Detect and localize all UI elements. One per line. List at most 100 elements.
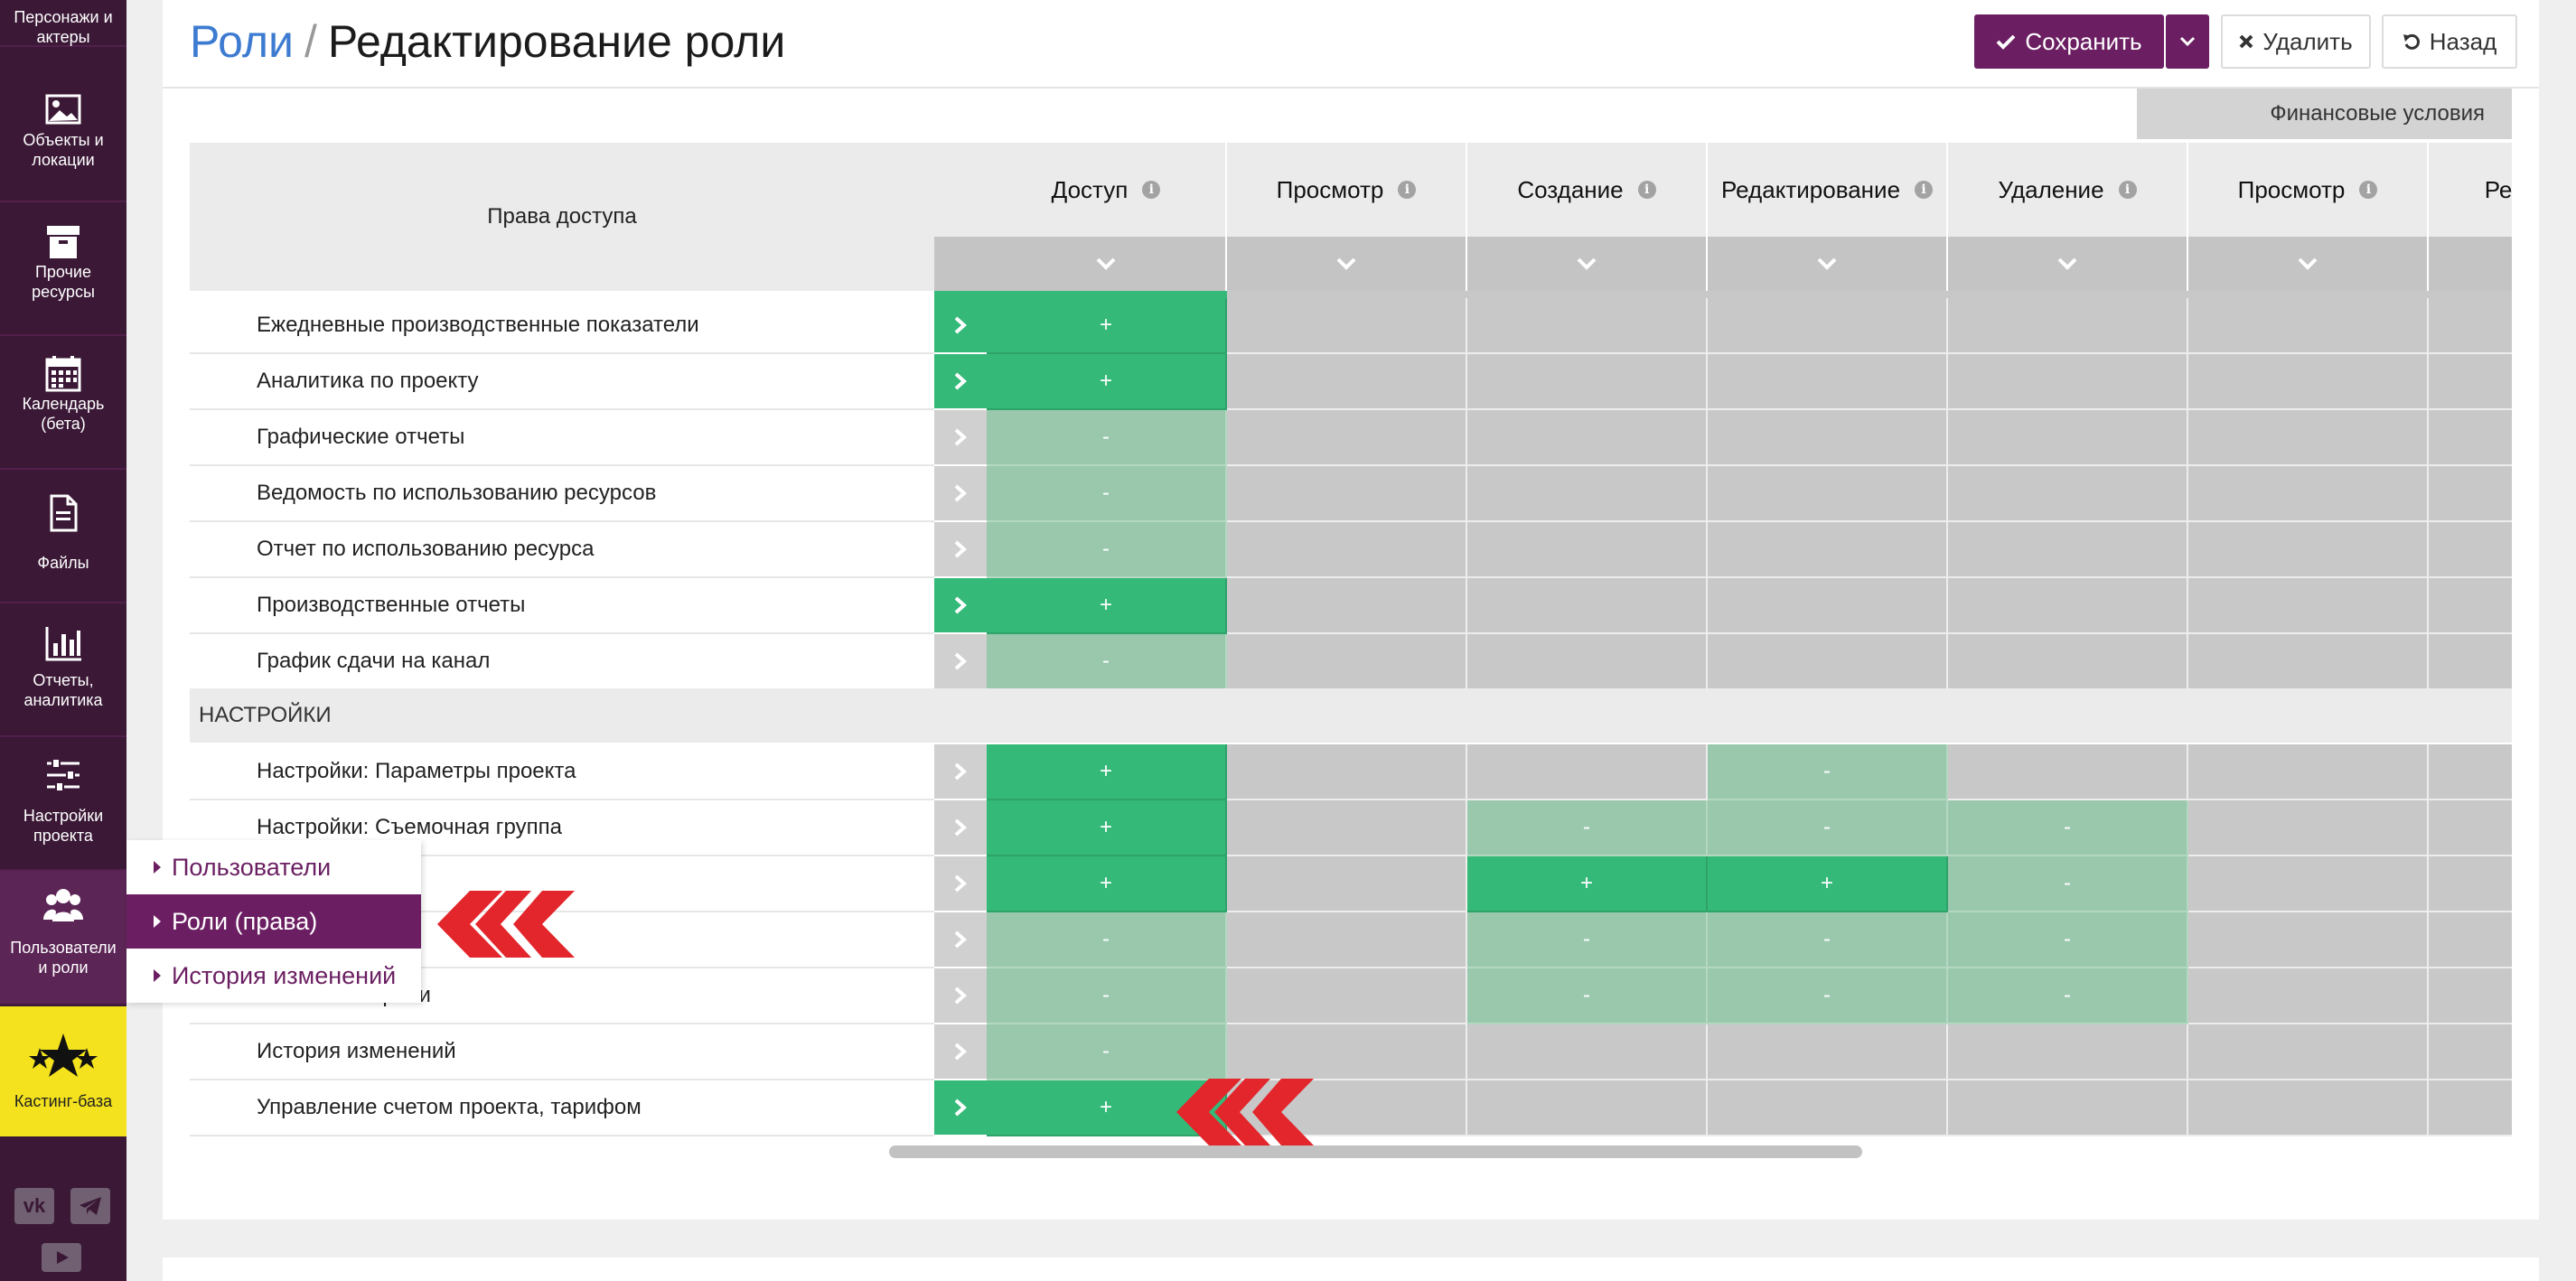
row-expand-button[interactable] (934, 466, 987, 522)
info-icon[interactable]: i (1398, 181, 1417, 199)
permission-cell[interactable] (1467, 1024, 1708, 1080)
permission-cell[interactable] (2188, 856, 2429, 912)
row-expand-button[interactable] (934, 578, 987, 634)
permission-cell[interactable]: - (1948, 912, 2188, 968)
row-expand-button[interactable] (934, 1024, 987, 1080)
permission-cell[interactable] (2429, 298, 2512, 354)
permission-cell[interactable] (1708, 298, 1948, 354)
permission-cell[interactable]: + (1708, 856, 1948, 912)
permission-cell[interactable] (2188, 634, 2429, 690)
permission-cell[interactable]: + (1467, 856, 1708, 912)
row-expand-button[interactable] (934, 354, 987, 410)
row-expand-button[interactable] (934, 1080, 987, 1136)
permission-cell[interactable]: - (1467, 912, 1708, 968)
permission-cell[interactable]: + (987, 744, 1227, 800)
delete-button[interactable]: Удалить (2221, 14, 2371, 69)
permission-cell[interactable] (1227, 466, 1467, 522)
permission-cell[interactable] (2188, 522, 2429, 578)
column-bulk-select[interactable] (1948, 237, 2188, 291)
permission-cell[interactable]: - (1948, 800, 2188, 856)
permission-cell[interactable]: - (987, 1024, 1227, 1080)
permission-cell[interactable] (2429, 1024, 2512, 1080)
permission-cell[interactable] (1227, 912, 1467, 968)
sidebar-item-calendar[interactable]: Календарь (бета) (0, 336, 126, 470)
permission-cell[interactable] (1227, 856, 1467, 912)
permission-cell[interactable] (2429, 522, 2512, 578)
info-icon[interactable]: i (2118, 181, 2137, 199)
permission-cell[interactable] (1708, 410, 1948, 466)
permission-cell[interactable] (1227, 354, 1467, 410)
permission-cell[interactable] (1948, 354, 2188, 410)
youtube-icon[interactable] (42, 1243, 81, 1272)
column-bulk-select[interactable] (1227, 237, 1467, 291)
submenu-item-roles[interactable]: Роли (права) (126, 894, 421, 949)
row-expand-button[interactable] (934, 800, 987, 856)
permission-cell[interactable] (2429, 856, 2512, 912)
permission-cell[interactable]: - (1708, 912, 1948, 968)
permission-cell[interactable]: - (1467, 968, 1708, 1024)
permission-cell[interactable] (2188, 410, 2429, 466)
back-button[interactable]: Назад (2382, 14, 2517, 69)
sidebar-item-settings[interactable]: Настройки проекта (0, 737, 126, 871)
permission-cell[interactable]: - (1948, 968, 2188, 1024)
permission-cell[interactable]: + (987, 354, 1227, 410)
permission-cell[interactable] (1708, 522, 1948, 578)
permission-cell[interactable] (1708, 466, 1948, 522)
info-icon[interactable]: i (1637, 181, 1656, 199)
permission-cell[interactable]: + (987, 298, 1227, 354)
permission-cell[interactable] (2429, 1080, 2512, 1136)
permission-cell[interactable] (2188, 800, 2429, 856)
permission-cell[interactable] (1227, 1024, 1467, 1080)
permission-cell[interactable] (1708, 578, 1948, 634)
permission-cell[interactable] (1227, 968, 1467, 1024)
row-expand-button[interactable] (934, 856, 987, 912)
row-expand-button[interactable] (934, 968, 987, 1024)
permission-cell[interactable] (1708, 1024, 1948, 1080)
save-button[interactable]: Сохранить (1974, 14, 2164, 69)
permission-cell[interactable]: + (987, 856, 1227, 912)
column-bulk-select[interactable] (2188, 237, 2429, 291)
scrollbar-thumb[interactable] (889, 1145, 1862, 1158)
info-icon[interactable]: i (1142, 181, 1161, 199)
permission-cell[interactable] (2429, 634, 2512, 690)
permission-cell[interactable] (1948, 634, 2188, 690)
permission-cell[interactable] (1467, 466, 1708, 522)
sidebar-item-reports[interactable]: Отчеты, аналитика (0, 603, 126, 737)
permission-cell[interactable] (1467, 634, 1708, 690)
column-bulk-select[interactable] (1708, 237, 1948, 291)
info-icon[interactable]: i (1915, 181, 1934, 199)
telegram-icon[interactable] (70, 1188, 110, 1224)
row-expand-button[interactable] (934, 912, 987, 968)
column-bulk-select[interactable] (2429, 237, 2512, 291)
submenu-item-users[interactable]: Пользователи (126, 840, 421, 894)
permission-cell[interactable]: - (987, 522, 1227, 578)
row-expand-button[interactable] (934, 522, 987, 578)
permission-cell[interactable] (2429, 800, 2512, 856)
permission-cell[interactable] (2429, 410, 2512, 466)
permission-cell[interactable] (2429, 968, 2512, 1024)
permission-cell[interactable]: - (987, 410, 1227, 466)
permission-cell[interactable] (2188, 1024, 2429, 1080)
permission-cell[interactable] (1948, 1024, 2188, 1080)
permission-cell[interactable] (1948, 522, 2188, 578)
save-dropdown-button[interactable] (2166, 14, 2209, 69)
sidebar-item-users[interactable]: Пользователи и роли (0, 871, 126, 1005)
column-bulk-select[interactable] (1467, 237, 1708, 291)
permission-cell[interactable] (2429, 578, 2512, 634)
permission-cell[interactable] (1467, 744, 1708, 800)
permission-cell[interactable] (1227, 744, 1467, 800)
permission-cell[interactable] (2429, 466, 2512, 522)
row-expand-button[interactable] (934, 744, 987, 800)
submenu-item-history[interactable]: История изменений (126, 949, 421, 1003)
permission-cell[interactable] (1227, 578, 1467, 634)
permission-cell[interactable]: - (987, 466, 1227, 522)
sidebar-item-objects[interactable]: Объекты и локации (0, 69, 126, 202)
sidebar-item-files[interactable]: Файлы (0, 470, 126, 603)
permission-cell[interactable] (2188, 744, 2429, 800)
breadcrumb-roles-link[interactable]: Роли (190, 16, 294, 67)
permission-cell[interactable] (1227, 522, 1467, 578)
permission-cell[interactable] (1708, 1080, 1948, 1136)
vk-icon[interactable]: vk (14, 1188, 54, 1224)
permission-cell[interactable] (1227, 634, 1467, 690)
permission-cell[interactable] (1467, 522, 1708, 578)
